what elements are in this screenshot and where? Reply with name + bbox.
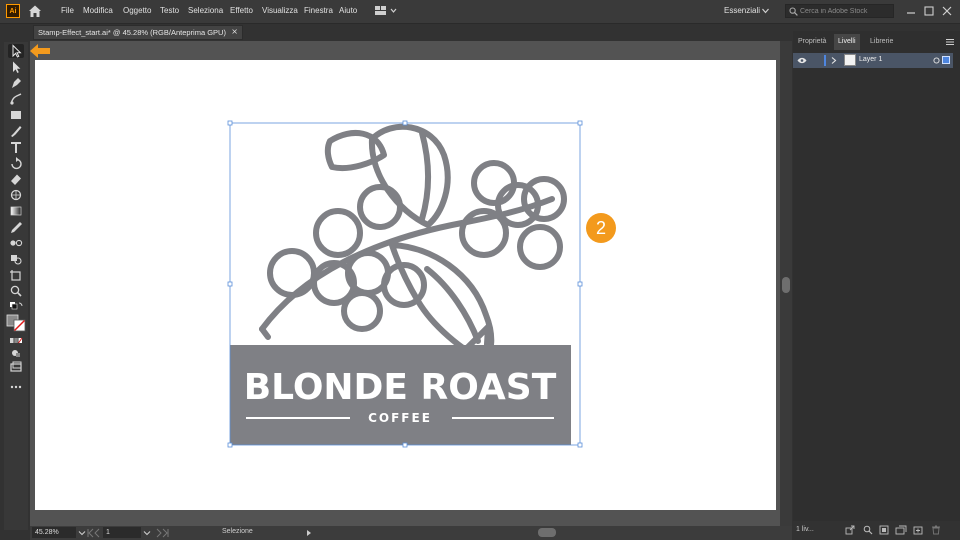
new-sublayer-icon[interactable] — [895, 525, 907, 535]
layer-color-indicator — [824, 55, 826, 66]
pen-tool-icon[interactable] — [8, 76, 24, 90]
menu-oggetto[interactable]: Oggetto — [123, 6, 151, 15]
screen-mode-icon[interactable] — [8, 360, 24, 374]
shape-builder-tool-icon[interactable] — [8, 252, 24, 266]
tab-proprieta[interactable]: Proprietà — [798, 34, 826, 50]
status-bar: 45.28% 1 Selezione — [30, 526, 792, 540]
eraser-tool-icon[interactable] — [8, 172, 24, 186]
maximize-icon[interactable] — [922, 4, 936, 18]
status-menu-arrow-icon[interactable] — [305, 529, 313, 537]
fill-stroke-swatch[interactable] — [6, 314, 26, 332]
menu-visualizza[interactable]: Visualizza — [262, 6, 298, 15]
layer-name[interactable]: Layer 1 — [859, 56, 882, 63]
tab-livelli[interactable]: Livelli — [834, 34, 860, 50]
eyedropper-tool-icon[interactable] — [8, 220, 24, 234]
target-circle-icon[interactable] — [933, 57, 940, 64]
last-artboard-icon[interactable] — [154, 528, 170, 538]
menu-testo[interactable]: Testo — [160, 6, 179, 15]
artboard-dropdown-icon[interactable] — [143, 529, 151, 537]
close-icon[interactable] — [940, 4, 954, 18]
home-icon[interactable] — [27, 3, 43, 19]
workspace-dropdown[interactable]: Essenziali — [724, 6, 760, 15]
export-icon[interactable] — [845, 525, 855, 535]
layers-panel: Proprietà Livelli Librerie Layer 1 1 liv… — [793, 31, 960, 540]
search-input[interactable] — [800, 6, 892, 17]
gradient-tool-icon[interactable] — [8, 204, 24, 218]
step-number-badge: 2 — [586, 213, 616, 243]
zoom-dropdown-icon[interactable] — [78, 529, 86, 537]
zoom-level-field[interactable]: 45.28% — [32, 527, 76, 538]
curvature-tool-icon[interactable] — [8, 92, 24, 106]
rotate-tool-icon[interactable] — [8, 156, 24, 170]
layer-row[interactable]: Layer 1 — [793, 53, 953, 68]
menu-modifica[interactable]: Modifica — [83, 6, 113, 15]
clipping-mask-icon[interactable] — [879, 525, 889, 535]
stock-search-box[interactable] — [785, 4, 894, 18]
artboard-number-field[interactable]: 1 — [103, 527, 141, 538]
new-layer-icon[interactable] — [913, 525, 923, 535]
close-tab-icon[interactable]: × — [231, 27, 238, 36]
blonde-roast-logo-artwork[interactable]: BLONDE ROAST COFFEE — [222, 115, 588, 453]
selection-tool-icon[interactable] — [8, 44, 24, 58]
visibility-eye-icon[interactable] — [797, 57, 807, 64]
layer-thumbnail — [844, 54, 856, 66]
direct-selection-tool-icon[interactable] — [8, 60, 24, 74]
drawing-mode-icon[interactable] — [8, 346, 24, 360]
artboard-tool-icon[interactable] — [8, 268, 24, 282]
pointer-arrow-icon — [30, 44, 50, 58]
horizontal-scroll-thumb[interactable] — [538, 528, 556, 537]
layer-count: 1 liv... — [796, 526, 814, 533]
logo-title: BLONDE ROAST — [244, 367, 557, 408]
arrange-documents-icon[interactable] — [373, 4, 399, 18]
delete-layer-icon[interactable] — [931, 525, 941, 535]
menu-file[interactable]: File — [61, 6, 74, 15]
layers-panel-footer: 1 liv... — [793, 521, 960, 540]
locate-object-search-icon[interactable] — [863, 525, 873, 535]
menu-effetto[interactable]: Effetto — [230, 6, 253, 15]
app-logo: Ai — [6, 4, 20, 18]
selection-indicator[interactable] — [942, 56, 950, 64]
vertical-scroll-thumb[interactable] — [782, 277, 790, 293]
menu-aiuto[interactable]: Aiuto — [339, 6, 357, 15]
tools-panel — [4, 42, 28, 530]
chevron-down-icon[interactable] — [762, 8, 769, 14]
rectangle-tool-icon[interactable] — [8, 108, 24, 122]
coffee-branch-illustration — [259, 123, 567, 364]
menu-seleziona[interactable]: Seleziona — [188, 6, 223, 15]
more-tools-icon[interactable] — [8, 380, 24, 394]
menu-bar: Ai File Modifica Oggetto Testo Seleziona… — [0, 0, 960, 24]
document-tab-title: Stamp-Effect_start.ai* @ 45.28% (RGB/Ant… — [38, 28, 226, 37]
current-tool-status: Selezione — [222, 528, 253, 535]
search-icon — [789, 7, 798, 16]
free-transform-tool-icon[interactable] — [8, 188, 24, 202]
type-tool-icon[interactable] — [8, 140, 24, 154]
blend-tool-icon[interactable] — [8, 236, 24, 250]
zoom-tool-icon[interactable] — [8, 284, 24, 298]
logo-subtitle: COFFEE — [368, 411, 432, 425]
menu-finestra[interactable]: Finestra — [304, 6, 333, 15]
document-tab[interactable]: Stamp-Effect_start.ai* @ 45.28% (RGB/Ant… — [33, 25, 243, 40]
tab-librerie[interactable]: Librerie — [870, 34, 893, 50]
expand-layer-chevron-icon[interactable] — [831, 57, 837, 64]
paintbrush-tool-icon[interactable] — [8, 124, 24, 138]
first-artboard-icon[interactable] — [86, 528, 102, 538]
default-colors-icon[interactable] — [8, 300, 24, 314]
panel-menu-icon[interactable] — [945, 38, 955, 46]
minimize-icon[interactable] — [904, 4, 918, 18]
